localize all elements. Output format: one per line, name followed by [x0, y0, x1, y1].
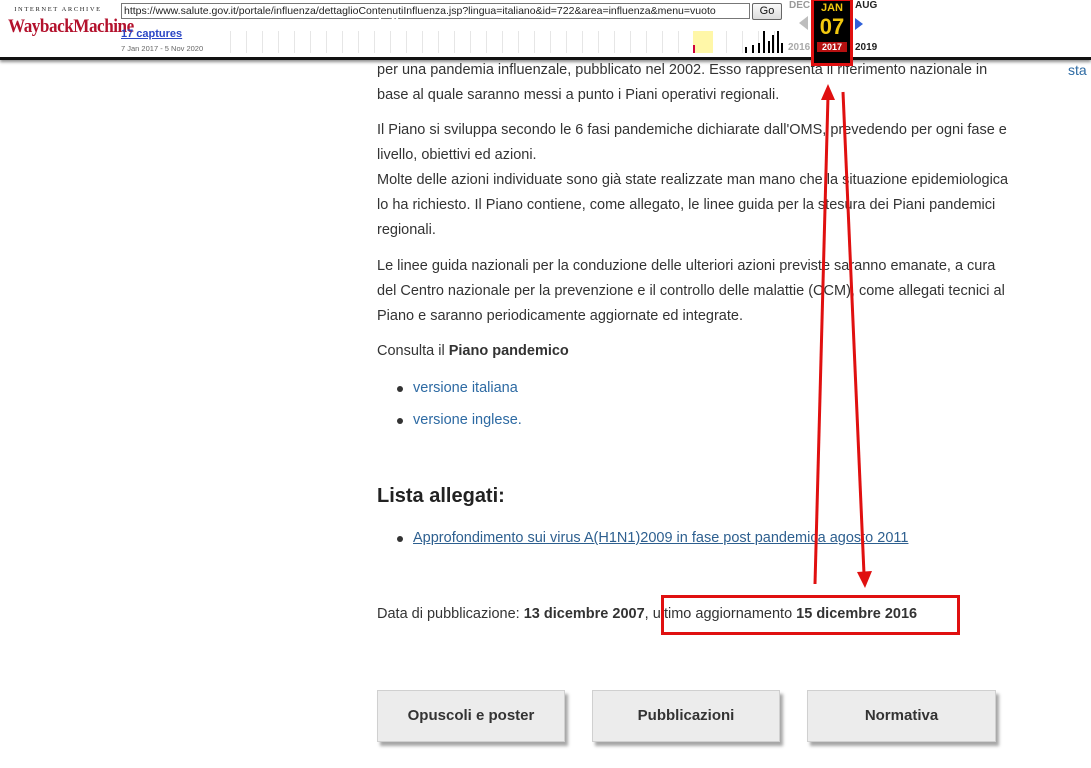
- annotation-arrows: [813, 84, 872, 588]
- next-capture-arrow-icon[interactable]: [855, 18, 863, 30]
- paragraph-line: Molte delle azioni individuate sono già …: [377, 172, 1009, 238]
- english-version-link[interactable]: versione inglese: [413, 412, 518, 428]
- capture-bar: [777, 31, 779, 53]
- current-year-highlight: [693, 31, 713, 53]
- capture-bar: [693, 45, 695, 53]
- capture-bar: [758, 43, 760, 53]
- next-month-label[interactable]: AUG: [855, 0, 877, 11]
- consult-line: Consulta il Piano pandemico: [377, 339, 1017, 364]
- publication-date-value: 13 dicembre 2007: [523, 606, 645, 622]
- list-item: versione inglese.: [377, 408, 522, 440]
- italian-version-link[interactable]: versione italiana: [413, 380, 518, 396]
- attachments-heading: Lista allegati:: [377, 485, 505, 507]
- wayback-toolbar: INTERNET ARCHIVE WaybackMachine https://…: [0, 0, 1091, 66]
- capture-bar: [752, 45, 754, 53]
- paragraph-line: Il Piano si sviluppa secondo le 6 fasi p…: [377, 122, 1007, 163]
- captures-link[interactable]: 17 captures: [121, 28, 182, 40]
- piano-pandemico-label: Piano pandemico: [448, 343, 569, 359]
- paragraph: Il Piano si sviluppa secondo le 6 fasi p…: [377, 118, 1017, 243]
- capture-sparkline[interactable]: [215, 31, 785, 53]
- normativa-button[interactable]: Normativa: [807, 690, 996, 742]
- next-year-label[interactable]: 2019: [855, 42, 877, 53]
- capture-bar: [768, 41, 770, 53]
- capture-date-range: 7 Jan 2017 - 5 Nov 2020: [121, 44, 204, 53]
- current-year: 2017: [817, 42, 847, 52]
- prev-month-label[interactable]: DEC: [789, 0, 810, 11]
- attachment-link[interactable]: Approfondimento sui virus A(H1N1)2009 in…: [413, 530, 908, 546]
- current-month: JAN: [820, 2, 843, 14]
- internet-archive-label: INTERNET ARCHIVE: [14, 6, 102, 13]
- arrow-down-head-icon: [857, 571, 872, 588]
- capture-bar: [781, 43, 783, 53]
- list-item: Approfondimento sui virus A(H1N1)2009 in…: [377, 526, 908, 558]
- go-button[interactable]: Go: [752, 3, 782, 20]
- capture-bar: [772, 35, 774, 53]
- wayback-logo[interactable]: INTERNET ARCHIVE WaybackMachine: [8, 6, 134, 48]
- paragraph: per una pandemia influenzale, pubblicato…: [377, 62, 988, 103]
- right-edge-link[interactable]: sta: [1068, 58, 1087, 83]
- link-suffix: .: [517, 412, 522, 428]
- current-day: 07: [819, 14, 845, 39]
- update-date-highlight-box: [661, 595, 960, 635]
- pubblicazioni-button[interactable]: Pubblicazioni: [592, 690, 780, 742]
- versions-list: versione italiana versione inglese.: [377, 376, 522, 440]
- opuscoli-button[interactable]: Opuscoli e poster: [377, 690, 565, 742]
- capture-bar: [745, 47, 747, 53]
- list-item: versione italiana: [377, 376, 522, 408]
- capture-bar: [763, 31, 765, 53]
- paragraph: Le linee guida nazionali per la conduzio…: [377, 258, 1005, 324]
- wayback-machine-logo-text: WaybackMachine: [8, 16, 134, 37]
- current-capture-date: JAN 07 2017: [811, 0, 853, 66]
- prev-capture-arrow-icon[interactable]: [799, 16, 808, 30]
- publication-label: Data di pubblicazione:: [377, 606, 524, 622]
- page-title-behind-toolbar: Influenza: [378, 14, 439, 30]
- consult-prefix: Consulta il: [377, 343, 449, 359]
- attachments-list: Approfondimento sui virus A(H1N1)2009 in…: [377, 526, 908, 558]
- prev-year-label[interactable]: 2016: [788, 42, 810, 53]
